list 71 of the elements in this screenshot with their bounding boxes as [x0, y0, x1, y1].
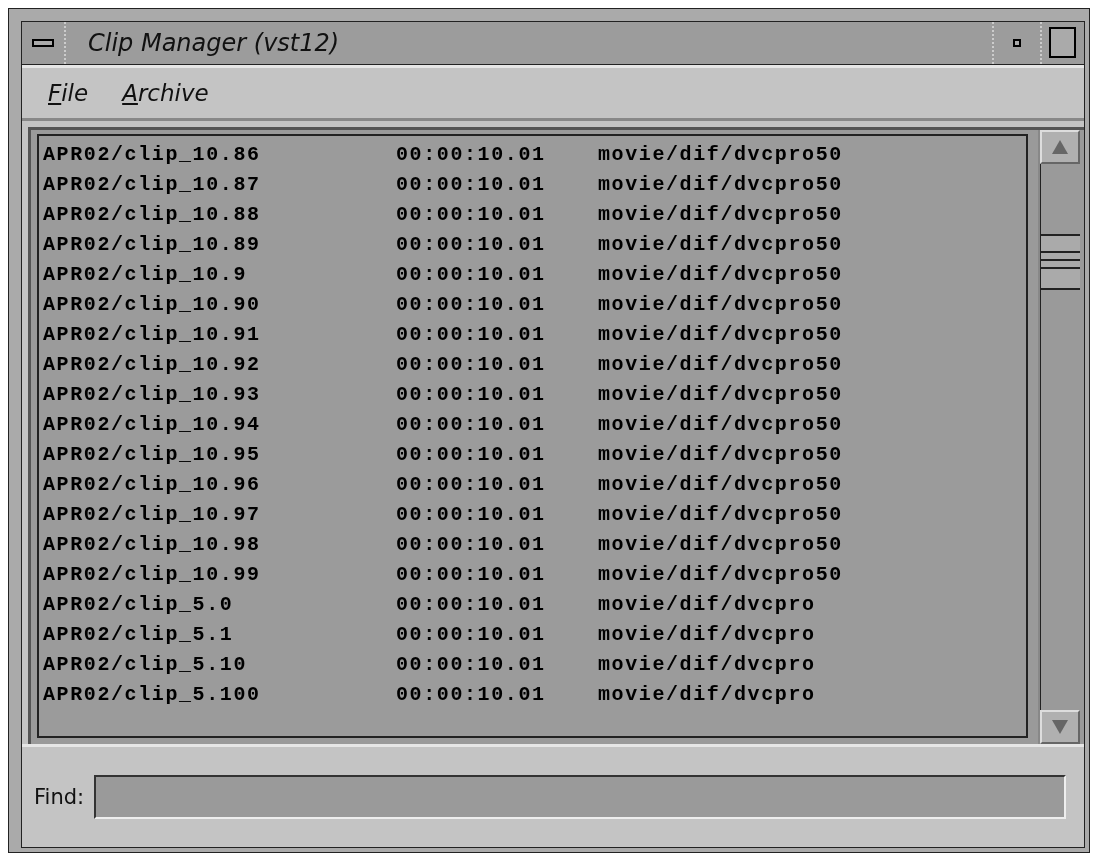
minimize-icon[interactable]	[1013, 39, 1021, 47]
scroll-up-button[interactable]	[1040, 130, 1080, 164]
clip-name: APR02/clip_5.10	[43, 652, 249, 676]
clip-duration: 00:00:10.01	[396, 262, 547, 286]
scroll-thumb[interactable]	[1041, 234, 1080, 290]
clip-name: APR02/clip_10.87	[43, 172, 262, 196]
clip-duration: 00:00:10.01	[396, 292, 547, 316]
clip-format: movie/dif/dvcpro50	[598, 412, 844, 436]
clip-duration: 00:00:10.01	[396, 472, 547, 496]
clip-duration: 00:00:10.01	[396, 592, 547, 616]
clip-format: movie/dif/dvcpro50	[598, 442, 844, 466]
clip-format: movie/dif/dvcpro50	[598, 292, 844, 316]
clip-name: APR02/clip_10.92	[43, 352, 262, 376]
clip-name: APR02/clip_10.91	[43, 322, 262, 346]
find-field[interactable]	[94, 775, 1066, 819]
clip-name: APR02/clip_10.90	[43, 292, 262, 316]
clip-name: APR02/clip_5.0	[43, 592, 235, 616]
clip-duration: 00:00:10.01	[396, 532, 547, 556]
clip-format: movie/dif/dvcpro	[598, 622, 817, 646]
clip-name: APR02/clip_10.96	[43, 472, 262, 496]
clip-format: movie/dif/dvcpro50	[598, 472, 844, 496]
window-menu-icon[interactable]	[32, 39, 54, 47]
clip-duration: 00:00:10.01	[396, 562, 547, 586]
clip-format: movie/dif/dvcpro	[598, 652, 817, 676]
clip-name: APR02/clip_10.93	[43, 382, 262, 406]
clip-name: APR02/clip_5.1	[43, 622, 235, 646]
clip-format: movie/dif/dvcpro50	[598, 202, 844, 226]
clip-format: movie/dif/dvcpro50	[598, 502, 844, 526]
clip-duration: 00:00:10.01	[396, 202, 547, 226]
clip-duration: 00:00:10.01	[396, 142, 547, 166]
clip-format: movie/dif/dvcpro50	[598, 322, 844, 346]
up-arrow-icon	[1051, 139, 1069, 155]
clip-duration: 00:00:10.01	[396, 322, 547, 346]
clip-duration: 00:00:10.01	[396, 412, 547, 436]
clip-duration: 00:00:10.01	[396, 622, 547, 646]
clip-duration: 00:00:10.01	[396, 172, 547, 196]
clip-format: movie/dif/dvcpro50	[598, 262, 844, 286]
scroll-down-button[interactable]	[1040, 710, 1080, 744]
down-arrow-icon	[1051, 719, 1069, 735]
clip-duration: 00:00:10.01	[396, 442, 547, 466]
clip-name: APR02/clip_10.9	[43, 262, 249, 286]
clip-format: movie/dif/dvcpro	[598, 682, 817, 706]
menu-item[interactable]: File	[48, 80, 89, 106]
clip-format: movie/dif/dvcpro50	[598, 562, 844, 586]
clip-format: movie/dif/dvcpro50	[598, 172, 844, 196]
clip-name: APR02/clip_10.97	[43, 502, 262, 526]
menu-item[interactable]: Archive	[122, 80, 209, 106]
maximize-icon[interactable]	[1049, 27, 1077, 59]
clip-duration: 00:00:10.01	[396, 382, 547, 406]
clip-name: APR02/clip_5.100	[43, 682, 262, 706]
clip-duration: 00:00:10.01	[396, 502, 547, 526]
find-label: Find:	[34, 785, 85, 809]
clip-name: APR02/clip_10.98	[43, 532, 262, 556]
clip-name: APR02/clip_10.89	[43, 232, 262, 256]
clip-name: APR02/clip_10.99	[43, 562, 262, 586]
clip-format: movie/dif/dvcpro50	[598, 382, 844, 406]
clip-name: APR02/clip_10.94	[43, 412, 262, 436]
clip-name: APR02/clip_10.88	[43, 202, 262, 226]
clip-duration: 00:00:10.01	[396, 352, 547, 376]
clip-format: movie/dif/dvcpro50	[598, 532, 844, 556]
scrollbar[interactable]	[1038, 130, 1080, 744]
window-title: Clip Manager (vst12)	[87, 28, 341, 59]
clip-format: movie/dif/dvcpro	[598, 592, 817, 616]
clip-duration: 00:00:10.01	[396, 652, 547, 676]
clip-format: movie/dif/dvcpro50	[598, 232, 844, 256]
clip-duration: 00:00:10.01	[396, 682, 547, 706]
clip-duration: 00:00:10.01	[396, 232, 547, 256]
clip-format: movie/dif/dvcpro50	[598, 142, 844, 166]
clip-name: APR02/clip_10.86	[43, 142, 262, 166]
clip-format: movie/dif/dvcpro50	[598, 352, 844, 376]
clip-name: APR02/clip_10.95	[43, 442, 262, 466]
